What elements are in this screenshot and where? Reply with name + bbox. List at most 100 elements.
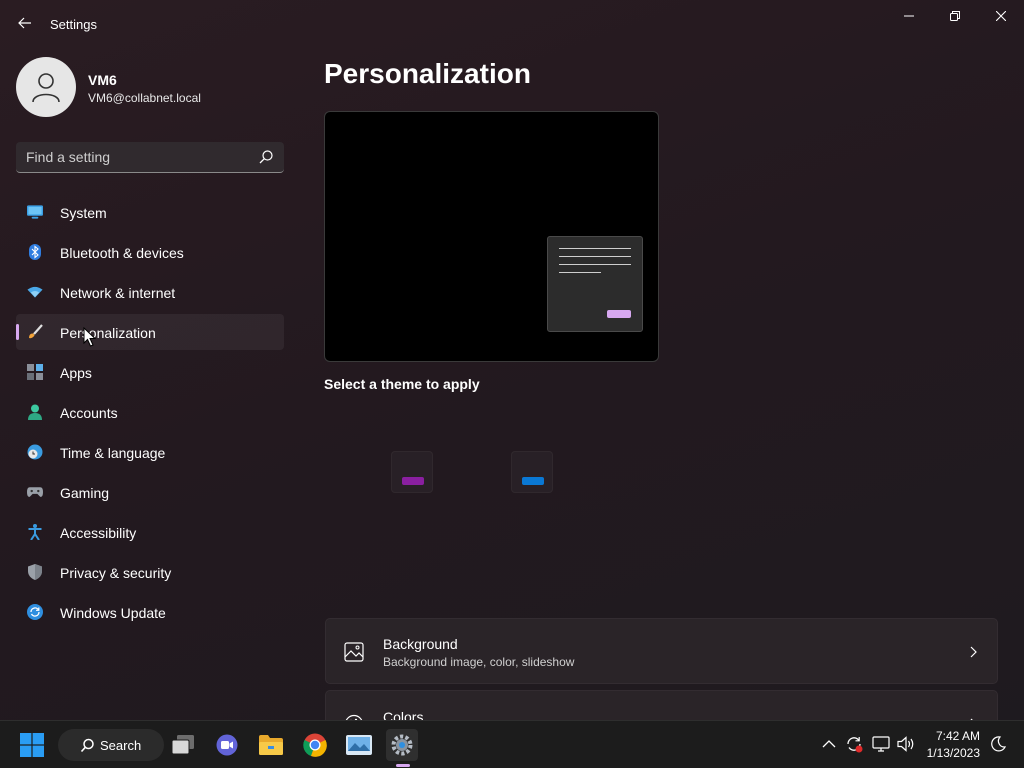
card-subtitle: Background image, color, slideshow	[383, 655, 575, 669]
minimize-icon	[904, 15, 914, 17]
taskbar-search-label: Search	[100, 738, 142, 753]
card-title: Colors	[383, 709, 424, 720]
sidebar-item-gaming[interactable]: Gaming	[16, 474, 284, 510]
focus-assist-button[interactable]	[989, 735, 1007, 753]
restore-button[interactable]	[932, 0, 978, 32]
file-explorer-icon	[259, 735, 283, 755]
sidebar-item-time-language[interactable]: Time & language	[16, 434, 284, 470]
update-icon	[27, 604, 43, 620]
person-icon	[27, 404, 43, 420]
chrome-icon	[303, 733, 327, 757]
avatar[interactable]	[16, 57, 76, 117]
monitor-icon	[27, 204, 43, 220]
theme-preview	[324, 111, 659, 362]
windows-logo-icon	[20, 733, 44, 757]
preview-window	[547, 236, 643, 332]
back-button[interactable]	[14, 12, 36, 34]
chrome-button[interactable]	[299, 729, 331, 761]
theme-heading: Select a theme to apply	[324, 376, 480, 392]
shield-icon	[27, 564, 43, 580]
sidebar-item-label: Apps	[60, 365, 92, 381]
user-email: VM6@collabnet.local	[88, 91, 201, 105]
photos-icon	[346, 735, 372, 755]
preview-line	[559, 256, 631, 257]
preview-line	[559, 272, 601, 273]
file-explorer-button[interactable]	[255, 729, 287, 761]
accessibility-icon	[27, 524, 43, 540]
settings-icon	[391, 734, 413, 756]
bluetooth-icon	[27, 244, 43, 260]
teams-chat-icon	[216, 734, 238, 756]
restore-icon	[950, 11, 960, 21]
preview-line	[559, 248, 631, 249]
sidebar-item-label: System	[60, 205, 107, 221]
sidebar-item-label: Windows Update	[60, 605, 166, 621]
sidebar-item-accounts[interactable]: Accounts	[16, 394, 284, 430]
theme-accent-bar	[522, 477, 544, 485]
sidebar-item-accessibility[interactable]: Accessibility	[16, 514, 284, 550]
sync-alert-icon	[847, 737, 863, 753]
sidebar-item-apps[interactable]: Apps	[16, 354, 284, 390]
network-monitor-icon	[872, 736, 890, 752]
card-title: Background	[383, 636, 458, 652]
title-bar: Settings	[0, 0, 1024, 48]
mouse-cursor-icon	[83, 327, 97, 347]
sidebar-item-privacy[interactable]: Privacy & security	[16, 554, 284, 590]
app-title: Settings	[50, 17, 97, 32]
globe-clock-icon	[27, 444, 43, 460]
sidebar-item-system[interactable]: System	[16, 194, 284, 230]
sidebar-item-label: Personalization	[60, 325, 156, 341]
photos-button[interactable]	[343, 729, 375, 761]
sidebar-item-label: Network & internet	[60, 285, 176, 301]
user-name: VM6	[88, 72, 117, 88]
settings-taskbar-button[interactable]	[386, 729, 418, 767]
start-button[interactable]	[16, 729, 48, 761]
task-view-icon	[171, 735, 194, 755]
minimize-button[interactable]	[886, 0, 932, 32]
background-card[interactable]: Background Background image, color, slid…	[325, 618, 998, 684]
colors-card[interactable]: Colors	[325, 690, 998, 720]
apps-icon	[27, 364, 43, 380]
sidebar-item-label: Gaming	[60, 485, 110, 501]
show-hidden-icons-button[interactable]	[820, 735, 838, 753]
sidebar-item-bluetooth[interactable]: Bluetooth & devices	[16, 234, 284, 270]
chevron-up-icon	[822, 740, 836, 748]
sidebar-item-label: Accessibility	[60, 525, 137, 541]
preview-line	[559, 264, 631, 265]
page-title: Personalization	[324, 58, 531, 89]
sidebar-item-windows-update[interactable]: Windows Update	[16, 594, 284, 630]
theme-tile[interactable]	[511, 451, 553, 493]
gamepad-icon	[27, 484, 43, 500]
preview-accent-button	[607, 310, 631, 318]
back-arrow-icon	[18, 17, 31, 29]
network-tray-button[interactable]	[872, 735, 890, 753]
theme-accent-bar	[402, 477, 424, 485]
sidebar-item-network[interactable]: Network & internet	[16, 274, 284, 310]
close-button[interactable]	[978, 0, 1024, 32]
search-icon	[80, 738, 94, 753]
close-icon	[996, 11, 1006, 21]
image-icon	[344, 642, 364, 662]
search-icon[interactable]	[258, 149, 274, 165]
theme-tile[interactable]	[391, 451, 433, 493]
sidebar-item-personalization[interactable]: Personalization	[16, 314, 284, 350]
teams-chat-button[interactable]	[211, 729, 243, 761]
volume-button[interactable]	[897, 735, 915, 753]
sidebar-item-label: Time & language	[60, 445, 166, 461]
speaker-icon	[897, 736, 914, 752]
clock-date[interactable]: 1/13/2023	[920, 746, 980, 760]
taskbar-search-button[interactable]: Search	[58, 729, 164, 761]
search-input[interactable]	[26, 142, 252, 172]
settings-window: Settings VM6 VM6@collabnet.local System	[0, 0, 1024, 720]
sidebar-nav: System Bluetooth & devices Network & int…	[16, 194, 284, 634]
search-box[interactable]	[16, 142, 284, 173]
taskbar: Search 7:42 AM 1/13/2023	[0, 720, 1024, 768]
sync-status-button[interactable]	[845, 735, 863, 753]
paintbrush-icon	[27, 324, 43, 340]
clock-time[interactable]: 7:42 AM	[920, 729, 980, 743]
task-view-button[interactable]	[167, 729, 199, 761]
chevron-right-icon	[970, 646, 977, 658]
selection-indicator	[16, 324, 19, 340]
moon-icon	[991, 736, 1006, 752]
user-avatar-icon	[32, 73, 60, 103]
